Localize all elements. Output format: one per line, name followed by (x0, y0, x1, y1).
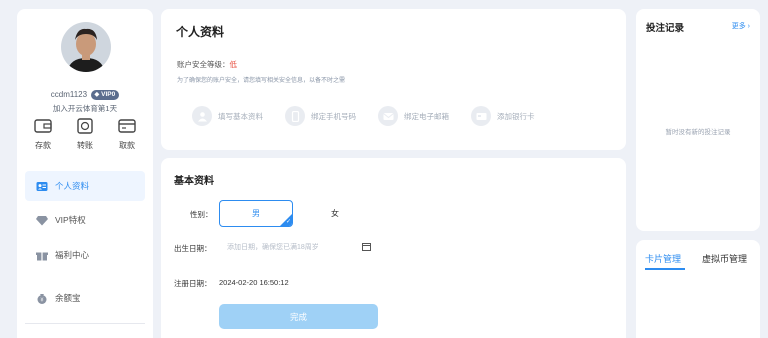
svg-text:¥: ¥ (40, 297, 43, 303)
bind-label: 填写基本资料 (218, 111, 263, 121)
transfer-icon (77, 118, 93, 134)
page-title: 个人资料 (176, 25, 225, 39)
security-level: 账户安全等级：低 (177, 59, 237, 70)
transfer-button[interactable]: 转账 (65, 118, 105, 151)
phone-icon (285, 106, 305, 126)
bind-email-link[interactable]: 绑定电子邮箱 (378, 106, 449, 126)
transfer-label: 转账 (77, 141, 93, 150)
deposit-label: 存款 (35, 141, 51, 150)
card-management-panel: 卡片管理 虚拟币管理 (636, 240, 760, 338)
sidebar-divider (25, 323, 145, 324)
birth-date-input[interactable]: 添加日期，确保您已满18周岁 (219, 236, 375, 258)
empty-state-text: 暂时没有新的投注记录 (665, 129, 731, 136)
profile-card: 个人资料 账户安全等级：低 为了确保您的账户安全，请您填写相关安全信息，以备不时… (161, 9, 626, 150)
more-link[interactable]: 更多 › (732, 21, 750, 31)
gender-female-option[interactable]: 女 (298, 200, 372, 227)
join-days-text: 加入开云体育第1天 (52, 104, 118, 113)
email-icon (378, 106, 398, 126)
user-sidebar: ccdm1123 ◆ VIP0 加入开云体育第1天 存款 转账 取款 个人资料 … (17, 9, 153, 338)
avatar[interactable] (61, 22, 111, 72)
bet-records-title: 投注记录 (646, 23, 685, 34)
id-card-icon (36, 181, 48, 191)
vip-level: VIP0 (101, 91, 116, 98)
bind-label: 添加银行卡 (497, 111, 535, 121)
sidebar-item-welfare[interactable]: 福利中心 (25, 240, 145, 270)
username: ccdm1123 (50, 90, 88, 100)
bet-records-card: 投注记录 更多 › 暂时没有新的投注记录 (636, 9, 760, 231)
gender-male-option[interactable]: 男 ✓ (219, 200, 293, 227)
avatar-image (61, 22, 111, 72)
fill-basic-info-link[interactable]: 填写基本资料 (192, 106, 263, 126)
submit-button[interactable]: 完成 (219, 304, 378, 329)
section-title: 基本资料 (174, 176, 214, 187)
withdraw-button[interactable]: 取款 (107, 118, 147, 151)
sidebar-item-profile[interactable]: 个人资料 (25, 171, 145, 201)
register-date-label: 注册日期： (174, 279, 212, 288)
calendar-icon (362, 243, 371, 251)
add-bank-card-link[interactable]: 添加银行卡 (471, 106, 535, 126)
check-icon: ✓ (285, 219, 291, 225)
withdraw-icon (118, 119, 136, 133)
sidebar-item-label: 余额宝 (55, 293, 81, 303)
sidebar-item-label: VIP特权 (55, 215, 86, 225)
register-date-value: 2024-02-20 16:50:12 (219, 278, 289, 287)
sidebar-item-vip[interactable]: VIP特权 (25, 205, 145, 235)
birth-date-label: 出生日期： (174, 244, 212, 253)
deposit-button[interactable]: 存款 (23, 118, 63, 151)
user-icon (192, 106, 212, 126)
vip-badge[interactable]: ◆ VIP0 (91, 90, 120, 100)
basic-info-card: 基本资料 性别： 男 ✓ 女 出生日期： 添加日期，确保您已满18周岁 注册日期… (161, 158, 626, 338)
tab-crypto-management[interactable]: 虚拟币管理 (702, 252, 747, 265)
gift-icon (36, 252, 48, 260)
sidebar-item-label: 福利中心 (55, 250, 90, 260)
security-level-value: 低 (229, 60, 238, 69)
user-info: ccdm1123 ◆ VIP0 (17, 90, 153, 100)
sidebar-item-yuebao[interactable]: ¥ 余额宝 (25, 283, 145, 313)
security-label: 账户安全等级： (177, 60, 230, 69)
bind-label: 绑定电子邮箱 (404, 111, 449, 121)
money-bag-icon: ¥ (37, 293, 47, 304)
deposit-icon (34, 119, 52, 133)
gender-label: 性别： (190, 210, 213, 219)
tab-card-management[interactable]: 卡片管理 (645, 252, 681, 265)
bank-card-icon (471, 106, 491, 126)
diamond-icon (36, 215, 48, 225)
birth-date-placeholder: 添加日期，确保您已满18周岁 (227, 244, 319, 251)
sidebar-item-label: 个人资料 (55, 181, 90, 191)
gender-male-label: 男 (252, 209, 260, 218)
gender-female-label: 女 (331, 209, 339, 218)
bind-label: 绑定手机号码 (311, 111, 356, 121)
withdraw-label: 取款 (119, 141, 135, 150)
security-tip: 为了确保您的账户安全，请您填写相关安全信息，以备不时之需 (177, 78, 346, 84)
active-tab-indicator (645, 268, 685, 270)
bind-phone-link[interactable]: 绑定手机号码 (285, 106, 356, 126)
